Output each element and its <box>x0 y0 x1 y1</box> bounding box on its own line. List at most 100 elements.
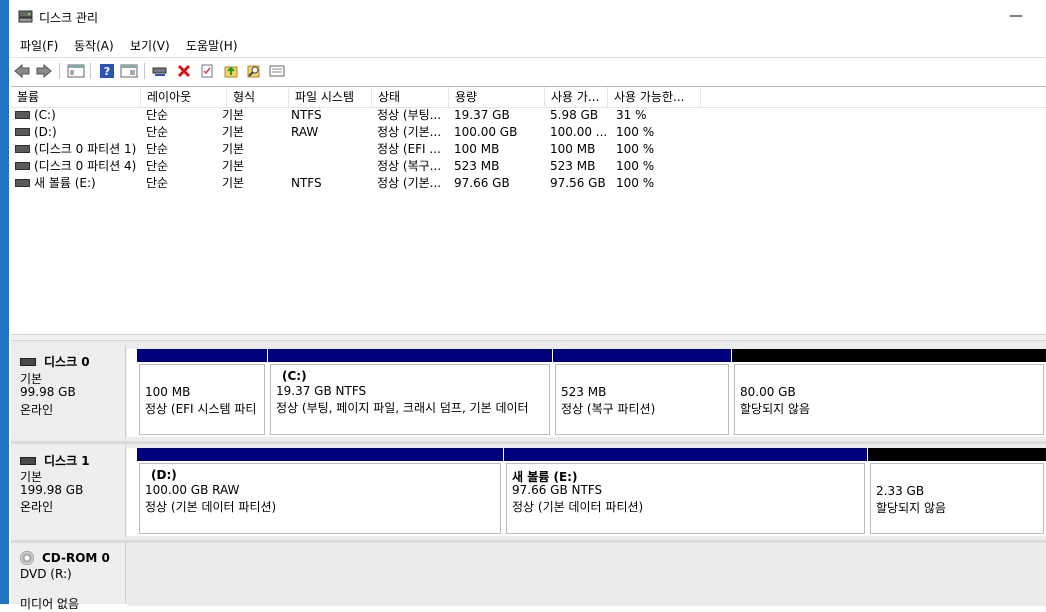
console-tree-icon[interactable] <box>66 61 86 81</box>
volume-status: 정상 (복구... <box>377 159 442 173</box>
partition-c[interactable]: (C:) 19.37 GB NTFS 정상 (부팅, 페이지 파일, 크래시 덤… <box>268 349 552 437</box>
column-header-status[interactable]: 상태 <box>372 87 449 107</box>
column-header-layout[interactable]: 레이아웃 <box>141 87 227 107</box>
partition-bar <box>732 349 1046 362</box>
column-header-filesystem[interactable]: 파일 시스템 <box>289 87 372 107</box>
column-header-volume[interactable]: 볼륨 <box>11 87 141 107</box>
partition-recovery[interactable]: 523 MB 정상 (복구 파티션) <box>553 349 731 437</box>
partition-efi[interactable]: 100 MB 정상 (EFI 시스템 파티 <box>137 349 267 437</box>
partition-title: (D:) <box>151 468 177 482</box>
volume-list-header: 볼륨 레이아웃 형식 파일 시스템 상태 용량 사용 가... 사용 가능한..… <box>11 87 1046 108</box>
desktop-edge <box>0 0 9 604</box>
connect-disk-icon[interactable] <box>150 61 170 81</box>
help-icon[interactable]: ? <box>97 61 117 81</box>
partition-bar <box>137 448 503 461</box>
search-icon[interactable] <box>244 61 264 81</box>
menu-file[interactable]: 파일(F) <box>20 37 58 54</box>
volume-name: (디스크 0 파티션 4) <box>34 159 137 173</box>
cdrom-name: CD-ROM 0 <box>42 551 110 565</box>
partition-status: 정상 (EFI 시스템 파티 <box>145 402 257 416</box>
volume-type: 기본 <box>222 176 245 190</box>
volume-icon <box>15 161 30 170</box>
disk-state: 온라인 <box>20 500 54 514</box>
volume-capacity: 97.66 GB <box>454 176 510 190</box>
volume-type: 기본 <box>222 159 245 173</box>
volume-layout: 단순 <box>146 125 169 139</box>
volume-percent-free: 31 % <box>616 108 647 122</box>
volume-free-space: 100.00 ... <box>550 125 606 139</box>
volume-free-space: 523 MB <box>550 159 596 173</box>
column-header-type[interactable]: 형식 <box>227 87 289 107</box>
back-arrow-icon[interactable] <box>12 61 32 81</box>
volume-capacity: 100 MB <box>454 142 500 156</box>
partition-bar <box>553 349 731 362</box>
volume-list: 볼륨 레이아웃 형식 파일 시스템 상태 용량 사용 가... 사용 가능한..… <box>11 86 1046 335</box>
volume-type: 기본 <box>222 142 245 156</box>
title-bar[interactable]: 디스크 관리 — <box>9 0 1046 33</box>
menu-help[interactable]: 도움말(H) <box>186 37 238 54</box>
volume-row[interactable]: (디스크 0 파티션 1) 단순 기본 정상 (EFI ... 100 MB 1… <box>11 141 711 158</box>
disk-1-partitions: (D:) 100.00 GB RAW 정상 (기본 데이터 파티션) 새 볼륨 … <box>127 448 1046 536</box>
forward-arrow-icon[interactable] <box>34 61 54 81</box>
partition-bar <box>504 448 867 461</box>
svg-text:?: ? <box>104 65 110 78</box>
volume-name: (디스크 0 파티션 1) <box>34 142 137 156</box>
volume-capacity: 100.00 GB <box>454 125 518 139</box>
column-header-capacity[interactable]: 용량 <box>449 87 545 107</box>
partition-size: 523 MB <box>561 385 607 399</box>
pane-splitter[interactable] <box>11 334 1046 341</box>
volume-icon <box>15 110 30 119</box>
show-pane-icon[interactable] <box>119 61 139 81</box>
disk-size: 199.98 GB <box>20 483 84 497</box>
disk-icon <box>20 357 36 366</box>
disk-name: 디스크 0 <box>44 355 90 369</box>
properties-icon[interactable] <box>197 61 217 81</box>
menu-action[interactable]: 동작(A) <box>74 37 114 54</box>
partition-status: 정상 (기본 데이터 파티션) <box>145 500 277 514</box>
volume-percent-free: 100 % <box>616 176 655 190</box>
disk-1-label[interactable]: 디스크 1 기본 199.98 GB 온라인 <box>11 444 126 538</box>
volume-row[interactable]: (디스크 0 파티션 4) 단순 기본 정상 (복구... 523 MB 523… <box>11 158 711 175</box>
volume-row[interactable]: (D:) 단순 기본 RAW 정상 (기본... 100.00 GB 100.0… <box>11 124 711 141</box>
partition-d[interactable]: (D:) 100.00 GB RAW 정상 (기본 데이터 파티션) <box>137 448 503 536</box>
volume-row[interactable]: 새 볼륨 (E:) 단순 기본 NTFS 정상 (기본... 97.66 GB … <box>11 175 711 192</box>
partition-bar <box>268 349 552 362</box>
volume-icon <box>15 178 30 187</box>
partition-size: 97.66 GB NTFS <box>512 483 603 497</box>
partition-status: 할당되지 않음 <box>740 402 811 416</box>
minimize-button[interactable]: — <box>994 6 1038 30</box>
disk-0-label[interactable]: 디스크 0 기본 99.98 GB 온라인 <box>11 345 126 439</box>
cdrom-0-label[interactable]: CD-ROM 0 DVD (R:) 미디어 없음 <box>11 543 126 611</box>
delete-icon[interactable] <box>174 61 194 81</box>
list-view-icon[interactable] <box>267 61 287 81</box>
volume-status: 정상 (기본... <box>377 125 442 139</box>
volume-filesystem: NTFS <box>291 176 322 190</box>
disk-size: 99.98 GB <box>20 385 76 399</box>
volume-filesystem: NTFS <box>291 108 322 122</box>
menu-view[interactable]: 보기(V) <box>130 37 170 54</box>
column-header-free-space[interactable]: 사용 가... <box>545 87 608 107</box>
partition-bar <box>137 349 267 362</box>
volume-row[interactable]: (C:) 단순 기본 NTFS 정상 (부팅... 19.37 GB 5.98 … <box>11 107 711 124</box>
volume-name: 새 볼륨 (E:) <box>34 176 96 190</box>
volume-layout: 단순 <box>146 142 169 156</box>
partition-unallocated-1[interactable]: 2.33 GB 할당되지 않음 <box>868 448 1046 536</box>
cdrom-kind: DVD (R:) <box>20 567 72 581</box>
disk-graphical-view: 디스크 0 기본 99.98 GB 온라인 100 MB 정상 (EFI 시스템… <box>11 341 1046 611</box>
window-title: 디스크 관리 <box>39 11 99 25</box>
disk-name: 디스크 1 <box>44 454 90 468</box>
cd-rom-icon <box>20 550 34 565</box>
toolbar: ? <box>9 57 1046 84</box>
partition-e[interactable]: 새 볼륨 (E:) 97.66 GB NTFS 정상 (기본 데이터 파티션) <box>504 448 867 536</box>
disk-icon <box>20 456 36 465</box>
volume-icon <box>15 144 30 153</box>
export-icon[interactable] <box>221 61 241 81</box>
volume-layout: 단순 <box>146 159 169 173</box>
partition-unallocated-0[interactable]: 80.00 GB 할당되지 않음 <box>732 349 1046 437</box>
disk-separator <box>11 441 1046 444</box>
volume-capacity: 19.37 GB <box>454 108 510 122</box>
volume-type: 기본 <box>222 125 245 139</box>
volume-percent-free: 100 % <box>616 142 655 156</box>
column-header-percent-free[interactable]: 사용 가능한... <box>608 87 701 107</box>
volume-status: 정상 (EFI ... <box>377 142 441 156</box>
